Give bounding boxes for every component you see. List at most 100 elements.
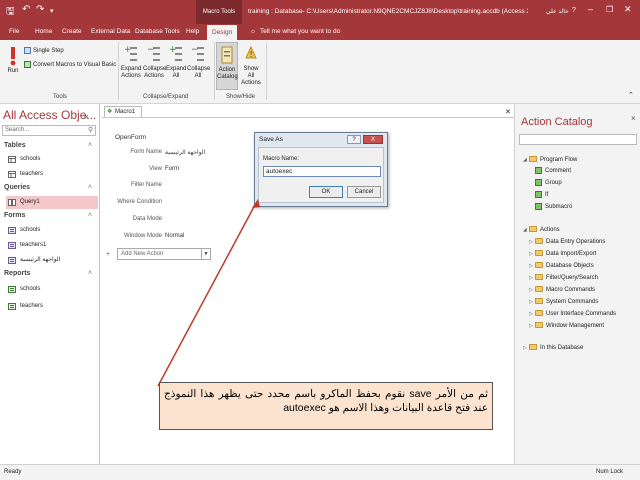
help-icon[interactable]: ? [572,7,576,14]
tell-me-box[interactable]: Tell me what you want to do [260,24,340,40]
expand-all-button[interactable]: + Expand All [166,44,186,80]
nav-item-query[interactable]: Query1 [6,196,98,209]
chevron-up-icon: ˄ [88,142,93,149]
folder-label: Database Objects [546,263,594,269]
action-catalog-icon [221,46,233,64]
customize-toolbar-icon[interactable]: ▾ [50,7,54,15]
tab-external-data[interactable]: External Data [91,24,130,40]
status-bar: Ready Num Lock [0,464,640,480]
nav-section-forms[interactable]: Forms ˄ [4,212,98,219]
close-window-icon[interactable]: ✕ [624,4,632,15]
nav-section-reports[interactable]: Reports ˄ [4,270,98,277]
document-tab-macro1[interactable]: ❖ Macro1 [104,106,142,117]
nav-section-queries[interactable]: Queries ˄ [4,184,98,191]
form-name-value[interactable]: الواجهة الرئيسية [165,149,205,156]
catalog-folder-macro-commands[interactable]: ▷ Macro Commands [529,286,595,294]
nav-section-tables[interactable]: Tables ˄ [4,142,98,149]
folder-label: Filter/Query/Search [546,275,599,281]
tab-home[interactable]: Home [35,24,52,40]
ok-button[interactable]: OK [309,186,343,198]
show-all-actions-button[interactable]: ! Show All Actions [240,44,262,87]
macro-tools-context-tab: Macro Tools [196,0,242,24]
tab-database-tools[interactable]: Database Tools [135,24,180,40]
nav-search-input[interactable]: Search... [2,125,96,136]
catalog-folder-in-this-database[interactable]: ▷ In this Database [523,344,583,352]
tab-design[interactable]: Design [207,25,238,40]
field-label: Where Condition [117,199,162,205]
title-bar: 🖫 ↶ ↷ ▾ Macro Tools training : Database-… [0,0,640,24]
nav-item-table[interactable]: teachers [6,168,98,181]
single-step-button[interactable]: Single Step [24,47,64,55]
close-pane-icon[interactable]: × [631,114,636,123]
action-catalog-pane: Action Catalog × ◢ Program Flow Comment G… [514,104,640,464]
user-name[interactable]: خالد علي [546,0,569,24]
redo-icon[interactable]: ↷ [36,4,44,15]
catalog-folder-filter-query[interactable]: ▷ Filter/Query/Search [529,274,598,282]
catalog-action-comment[interactable]: Comment [535,167,571,175]
tab-file[interactable]: File [9,24,19,40]
dropdown-arrow-icon[interactable]: ▼ [201,249,210,259]
action-icon [535,191,542,198]
form-icon [8,257,16,264]
nav-item-form[interactable]: teachers1 [6,239,98,252]
nav-pane-title[interactable]: All Access Obje... [3,108,96,122]
catalog-action-group[interactable]: Group [535,179,562,187]
ribbon-tab-bar: File Home Create External Data Database … [0,24,640,40]
collapse-all-button[interactable]: − Collapse All [187,44,210,80]
catalog-folder-database-objects[interactable]: ▷ Database Objects [529,262,594,270]
nav-item-report[interactable]: teachers [6,300,98,313]
dialog-help-button[interactable]: ? [347,135,361,144]
view-value[interactable]: Form [165,166,179,172]
nav-item-form[interactable]: schools [6,224,98,237]
action-catalog-label: Action Catalog [217,67,238,80]
collapse-actions-button[interactable]: − Collapse Actions [143,44,166,80]
cancel-button[interactable]: Cancel [347,186,381,198]
dialog-close-button[interactable]: X [363,135,383,144]
action-name[interactable]: OpenForm [115,134,146,141]
undo-icon[interactable]: ↶ [22,4,30,15]
ribbon: Run Single Step Convert Macros to Visual… [0,40,640,104]
run-icon [10,47,16,66]
macro-name-input[interactable]: autoexec [263,166,381,177]
expand-actions-button[interactable]: + Expand Actions [120,44,142,80]
action-catalog-button[interactable]: Action Catalog [216,42,238,90]
window-title: training : Database- C:\Users\Administra… [248,8,528,15]
catalog-action-if[interactable]: If [535,191,548,199]
folder-label: Data Entry Operations [546,239,606,245]
collapse-ribbon-icon[interactable]: ⌃ [628,92,634,99]
nav-item-form[interactable]: الواجهة الرئيسية [6,254,98,267]
search-icon[interactable]: ⚲ [88,126,93,134]
field-label: Filter Name [130,182,162,188]
folder-icon [529,344,537,351]
catalog-folder-import-export[interactable]: ▷ Data Import/Export [529,250,596,258]
minimize-icon[interactable]: – [588,4,593,14]
nav-section-label: Forms [4,212,26,219]
single-step-label: Single Step [33,48,64,55]
catalog-folder-data-entry[interactable]: ▷ Data Entry Operations [529,238,605,246]
collapse-actions-icon: − [147,45,160,61]
chevron-up-icon: ˄ [88,212,93,219]
shutter-bar-icon[interactable]: « [84,112,88,121]
catalog-action-submacro[interactable]: Submacro [535,203,572,211]
catalog-folder-program-flow[interactable]: ◢ Program Flow [523,156,577,164]
tab-help[interactable]: Help [186,24,199,40]
action-label: Group [545,180,562,187]
restore-icon[interactable]: ❐ [606,5,613,14]
catalog-folder-system-commands[interactable]: ▷ System Commands [529,298,598,306]
window-mode-value[interactable]: Normal [165,233,184,239]
catalog-folder-window-management[interactable]: ▷ Window Management [529,322,604,330]
tab-create[interactable]: Create [62,24,82,40]
catalog-search-input[interactable] [519,134,637,145]
action-label: If [545,192,549,199]
close-document-icon[interactable]: ✕ [505,108,511,116]
catalog-folder-actions[interactable]: ◢ Actions [523,226,560,234]
report-icon [8,286,16,293]
catalog-folder-ui-commands[interactable]: ▷ User Interface Commands [529,310,616,318]
nav-item-report[interactable]: schools [6,283,98,296]
nav-item-table[interactable]: schools [6,153,98,166]
save-icon[interactable]: 🖫 [6,4,15,21]
convert-macros-button[interactable]: Convert Macros to Visual Basic [24,61,116,69]
folder-label: Window Management [546,323,605,329]
add-new-action-combo[interactable]: Add New Action ▼ [117,248,211,260]
run-button[interactable]: Run [4,46,22,75]
